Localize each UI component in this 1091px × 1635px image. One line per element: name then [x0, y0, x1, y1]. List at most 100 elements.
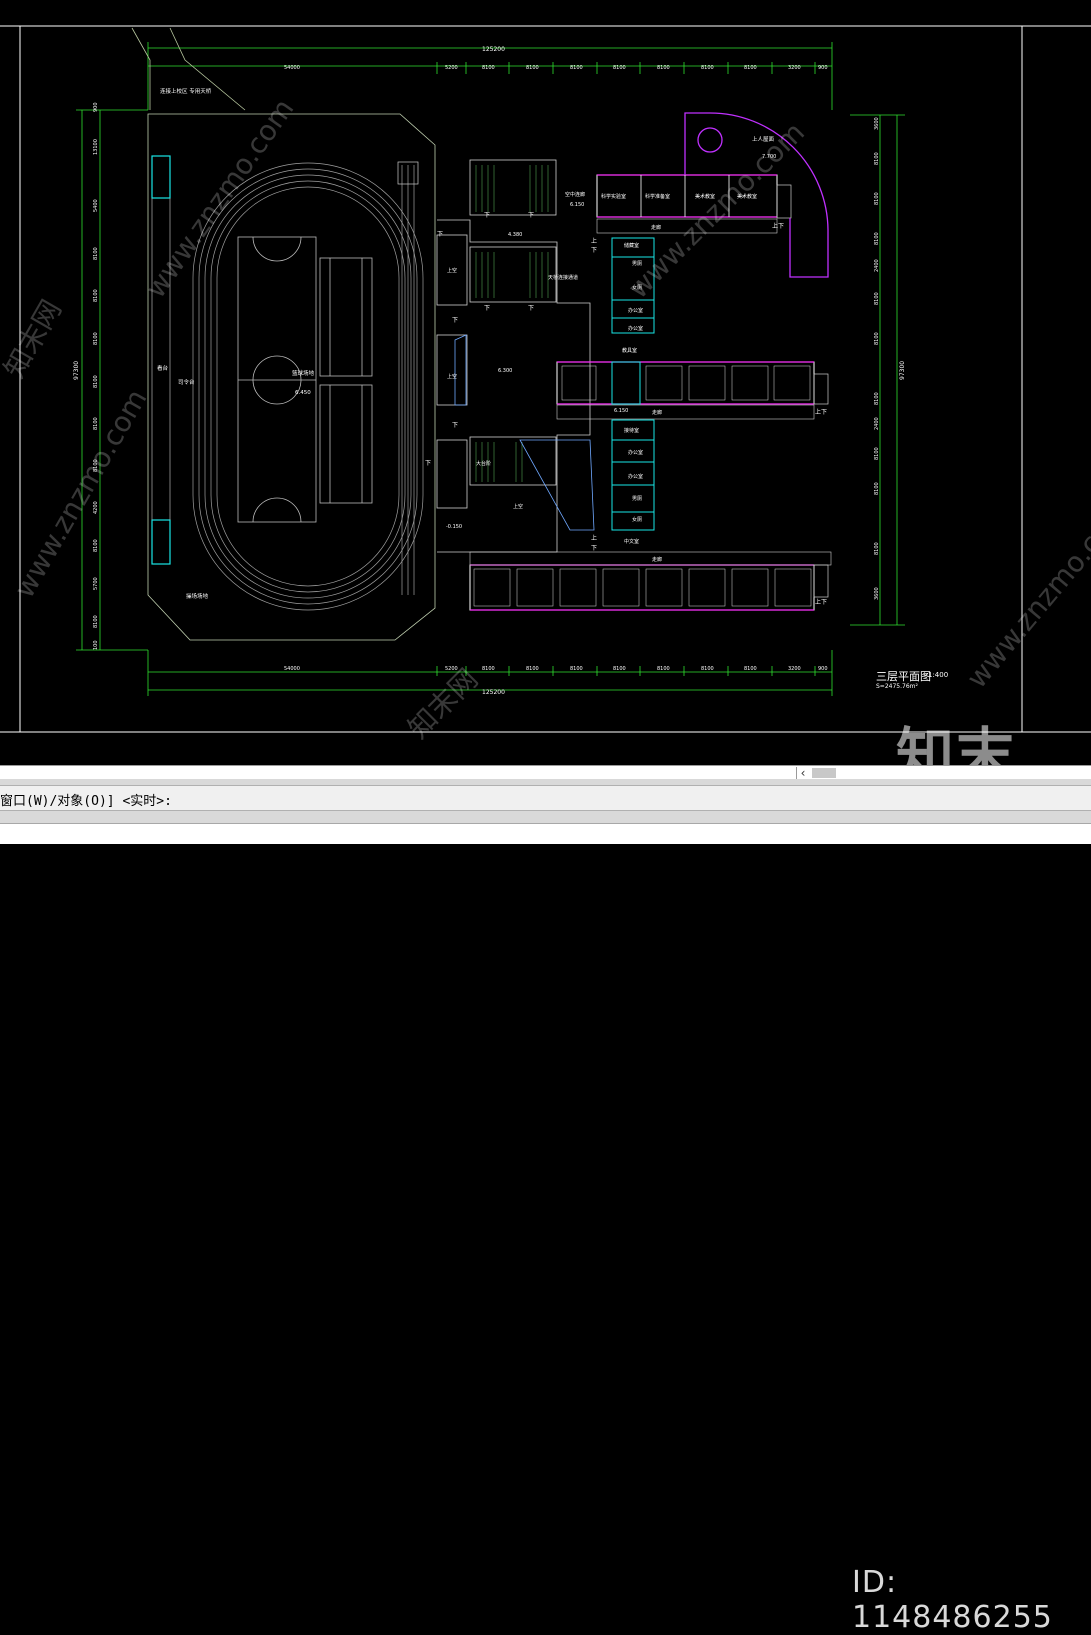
svg-text:www.znzmo.com: www.znzmo.com [7, 384, 153, 604]
basketball-courts [237, 236, 373, 523]
plan-area: S=2475.76m² [876, 683, 918, 690]
elev-4: 6.300 [498, 368, 512, 374]
svg-text:900: 900 [818, 65, 828, 71]
command-history: 窗口(W)/对象(O)] <实时>: [0, 785, 1091, 811]
svg-text:办公室: 办公室 [628, 307, 643, 314]
svg-text:8100: 8100 [613, 666, 626, 672]
svg-text:5400: 5400 [93, 199, 99, 212]
svg-text:54000: 54000 [284, 65, 300, 71]
scroll-divider [796, 767, 797, 779]
svg-text:900: 900 [818, 666, 828, 672]
dim-left-values: 900 13100 5400 8100 8100 8100 8100 8100 … [93, 102, 99, 650]
svg-text:8100: 8100 [526, 65, 539, 71]
svg-text:2400: 2400 [874, 259, 880, 272]
bridge-road [131, 27, 246, 111]
bridge-label: 天桥连接通道 [548, 274, 578, 281]
svg-text:科学准备室: 科学准备室 [645, 193, 670, 200]
svg-text:女厕: 女厕 [632, 516, 642, 523]
road-note: 连接上校区 专用天桥 [160, 87, 212, 95]
dim-left-total: 97300 [73, 361, 80, 380]
dim-bottom-values: 54000 5200 8100 8100 8100 8100 8100 8100… [284, 666, 828, 672]
elev-playground: 6.450 [295, 390, 311, 396]
svg-text:3200: 3200 [788, 666, 801, 672]
seats-label: 看台 [157, 364, 169, 372]
svg-text:www.znzmo.com: www.znzmo.com [960, 493, 1091, 694]
svg-text:8100: 8100 [657, 65, 670, 71]
svg-text:男厕: 男厕 [632, 496, 642, 502]
plan-scale: 1:400 [928, 671, 949, 679]
middle-wing-desks [561, 365, 811, 401]
svg-text:8100: 8100 [93, 615, 99, 628]
svg-text:办公室: 办公室 [628, 325, 643, 332]
svg-text:8100: 8100 [93, 247, 99, 260]
svg-text:8100: 8100 [613, 65, 626, 71]
svg-text:知末网: 知末网 [0, 294, 68, 383]
svg-text:8100: 8100 [874, 392, 880, 405]
svg-text:知末网: 知末网 [402, 662, 485, 745]
svg-text:下: 下 [437, 231, 443, 238]
svg-text:3200: 3200 [788, 65, 801, 71]
svg-text:13100: 13100 [93, 139, 99, 155]
svg-text:8100: 8100 [93, 539, 99, 552]
svg-text:8100: 8100 [701, 666, 714, 672]
cad-drawing-canvas[interactable]: 125200 54000 5200 8100 8100 8100 8100 81… [0, 0, 1091, 789]
svg-text:8100: 8100 [482, 666, 495, 672]
svg-text:8100: 8100 [874, 332, 880, 345]
elev-2: 6.150 [570, 202, 584, 208]
svg-text:8100: 8100 [570, 65, 583, 71]
elev-1: 4.380 [508, 232, 522, 238]
elev-6: -0.150 [446, 524, 462, 530]
svg-text:下: 下 [452, 422, 458, 429]
svg-text:上: 上 [591, 237, 597, 245]
svg-text:中文室: 中文室 [624, 538, 639, 545]
svg-text:上下: 上下 [815, 408, 827, 416]
svg-text:下: 下 [528, 212, 534, 219]
dim-right-total: 97300 [899, 361, 906, 380]
bottom-wing [469, 551, 832, 611]
svg-text:科学实验室: 科学实验室 [601, 193, 626, 200]
svg-text:100: 100 [93, 640, 99, 650]
svg-text:上下: 上下 [815, 598, 827, 606]
watermark-id: ID: 1148486255 [852, 1565, 1053, 1635]
svg-text:8100: 8100 [570, 666, 583, 672]
void-outline-1 [454, 334, 467, 406]
svg-text:下: 下 [425, 460, 431, 467]
command-input[interactable] [0, 823, 1091, 844]
svg-text:8100: 8100 [701, 65, 714, 71]
scroll-left-arrow-icon[interactable]: ‹ [798, 766, 808, 780]
corridor-middle: 走廊 [652, 409, 662, 416]
svg-text:走廊: 走廊 [651, 224, 661, 231]
svg-text:上下: 上下 [772, 222, 784, 230]
site-boundary [147, 113, 436, 641]
scroll-thumb[interactable] [812, 768, 836, 778]
svg-text:8100: 8100 [93, 332, 99, 345]
svg-text:5200: 5200 [445, 65, 458, 71]
svg-text:下: 下 [591, 247, 597, 254]
svg-text:8100: 8100 [93, 289, 99, 302]
dim-top-total: 125200 [482, 46, 505, 53]
svg-text:8100: 8100 [874, 192, 880, 205]
svg-text:3600: 3600 [874, 117, 880, 130]
svg-text:8100: 8100 [526, 666, 539, 672]
svg-text:900: 900 [93, 102, 99, 112]
command-history-text: 窗口(W)/对象(O)] <实时>: [0, 794, 172, 809]
svg-text:8100: 8100 [93, 375, 99, 388]
hall-label: 大台阶 [476, 460, 491, 467]
svg-text:下: 下 [591, 545, 597, 552]
running-track [192, 162, 424, 611]
svg-text:教具室: 教具室 [622, 347, 637, 354]
left-dimensions [76, 109, 148, 651]
basketball-label: 篮球场地 [292, 369, 315, 377]
svg-text:8100: 8100 [744, 65, 757, 71]
svg-text:8100: 8100 [874, 542, 880, 555]
dim-right-values: 3600 8100 8100 8100 2400 8100 8100 8100 … [874, 117, 880, 600]
svg-text:接待室: 接待室 [624, 427, 639, 434]
svg-text:8100: 8100 [874, 292, 880, 305]
bottom-wing-desks [473, 568, 812, 607]
horizontal-scrollbar[interactable]: ‹ [0, 765, 1091, 780]
svg-text:8100: 8100 [874, 447, 880, 460]
watermark-site-text: www.znzmo.com www.znzmo.com www.znzmo.co… [0, 93, 1091, 745]
svg-text:8100: 8100 [874, 482, 880, 495]
svg-text:www.znzmo.com: www.znzmo.com [622, 116, 811, 305]
svg-text:下: 下 [484, 305, 490, 312]
